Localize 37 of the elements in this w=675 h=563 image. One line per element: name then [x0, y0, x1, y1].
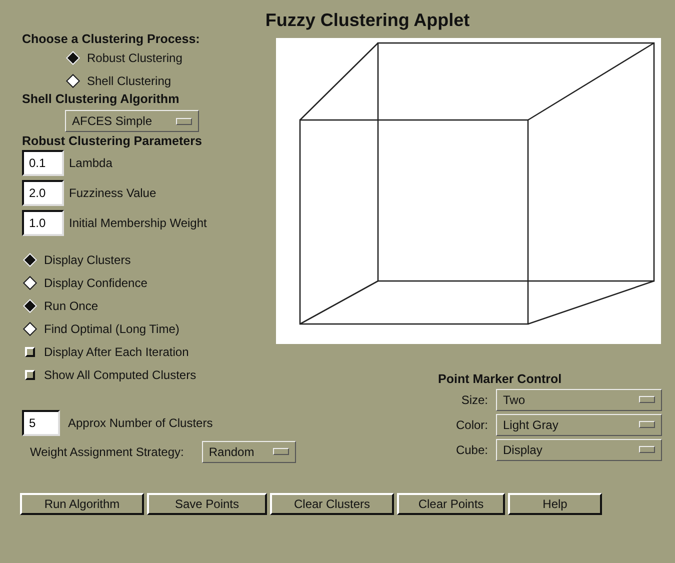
field-label: Fuzziness Value [69, 186, 156, 200]
option-label: Find Optimal (Long Time) [44, 322, 180, 336]
algorithm-dropdown[interactable]: AFCES Simple [65, 110, 199, 132]
action-button[interactable]: Clear Clusters [270, 493, 394, 515]
section-heading: Robust Clustering Parameters [22, 134, 203, 148]
input-field[interactable]: 5 [22, 410, 60, 436]
field-label: Weight Assignment Strategy: [30, 444, 184, 458]
field-label: Color: [454, 418, 488, 432]
option-label: Display Confidence [44, 276, 148, 290]
action-button[interactable]: Run Algorithm [20, 493, 144, 515]
input-field[interactable]: 2.0 [22, 180, 64, 206]
checkbox[interactable] [25, 346, 35, 356]
input-field[interactable]: 1.0 [22, 210, 64, 236]
strategy-dropdown[interactable]: Random [202, 440, 296, 462]
action-button[interactable]: Help [508, 493, 602, 515]
option-label: Run Once [44, 298, 98, 312]
marker-dropdown[interactable]: Light Gray [496, 414, 662, 436]
field-label: Approx Number of Clusters [68, 416, 213, 430]
field-label: Lambda [69, 156, 112, 170]
section-heading: Point Marker Control [438, 372, 563, 386]
option-label: Display Clusters [44, 252, 131, 266]
marker-dropdown[interactable]: Display [496, 438, 662, 460]
marker-dropdown[interactable]: Two [496, 388, 662, 410]
option-label: Robust Clustering [87, 50, 182, 64]
action-button[interactable]: Clear Points [397, 493, 505, 515]
applet-title: Fuzzy Clustering Applet [264, 9, 471, 32]
checkbox-label: Show All Computed Clusters [44, 368, 196, 382]
field-label: Cube: [454, 442, 488, 456]
field-label: Initial Membership Weight [69, 216, 207, 230]
option-label: Shell Clustering [87, 74, 172, 88]
checkbox[interactable] [25, 370, 35, 380]
section-heading: Shell Clustering Algorithm [22, 92, 180, 106]
checkbox-label: Display After Each Iteration [44, 344, 189, 358]
input-field[interactable]: 0.1 [22, 150, 64, 176]
action-button[interactable]: Save Points [147, 493, 267, 515]
field-label: Size: [460, 392, 488, 406]
section-heading: Choose a Clustering Process: [22, 32, 201, 46]
